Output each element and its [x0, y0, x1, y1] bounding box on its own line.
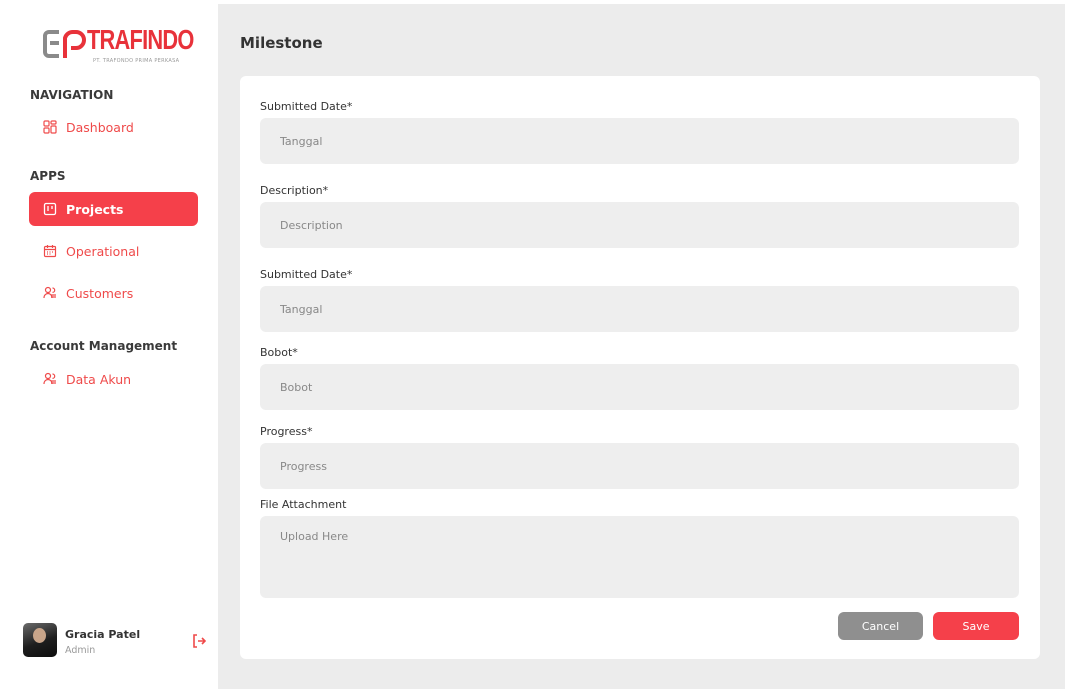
file-attachment-label: File Attachment [260, 498, 347, 511]
sidebar-item-data-akun[interactable]: Data Akun [29, 362, 198, 396]
sidebar-item-operational[interactable]: Operational [29, 234, 198, 268]
sidebar-item-label: Operational [66, 243, 140, 259]
submitted-date-input[interactable] [260, 118, 1019, 164]
brand-subtitle: PT. TRAFONDO PRIMA PERKASA [93, 58, 180, 64]
calendar-icon [43, 244, 57, 258]
user-profile: Gracia Patel Admin [23, 620, 208, 660]
brand-logo[interactable]: TRAFINDO PT. TRAFONDO PRIMA PERKASA [43, 22, 194, 70]
brand-name: TRAFINDO [87, 24, 194, 55]
sidebar-item-dashboard[interactable]: Dashboard [29, 110, 198, 144]
main-content: Milestone Submitted Date* Description* S… [218, 4, 1065, 689]
sidebar-item-label: Customers [66, 285, 134, 301]
sidebar-item-label: Dashboard [66, 119, 134, 135]
file-upload-area[interactable] [260, 516, 1019, 598]
sidebar-item-projects[interactable]: Projects [29, 192, 198, 226]
sidebar-item-label: Projects [66, 201, 124, 217]
milestone-form: Submitted Date* Description* Submitted D… [240, 76, 1040, 659]
sidebar-item-label: Data Akun [66, 371, 132, 387]
users-icon [43, 372, 57, 386]
bobot-input[interactable] [260, 364, 1019, 410]
logout-icon[interactable] [191, 633, 207, 649]
user-name: Gracia Patel [65, 628, 141, 641]
sidebar-item-customers[interactable]: Customers [29, 276, 198, 310]
submitted-date-label: Submitted Date* [260, 100, 353, 113]
section-apps: APPS [30, 169, 66, 183]
progress-label: Progress* [260, 425, 313, 438]
users-icon [43, 286, 57, 300]
section-navigation: NAVIGATION [30, 88, 114, 102]
progress-input[interactable] [260, 443, 1019, 489]
projects-icon [43, 202, 57, 216]
submitted-date-label-2: Submitted Date* [260, 268, 353, 281]
dashboard-icon [43, 120, 57, 134]
description-label: Description* [260, 184, 329, 197]
avatar[interactable] [23, 623, 57, 657]
save-button[interactable]: Save [933, 612, 1019, 640]
page-title: Milestone [240, 34, 323, 52]
user-role: Admin [65, 645, 96, 656]
description-input[interactable] [260, 202, 1019, 248]
cancel-button[interactable]: Cancel [838, 612, 923, 640]
bobot-label: Bobot* [260, 346, 298, 359]
sidebar: TRAFINDO PT. TRAFONDO PRIMA PERKASA NAVI… [7, 4, 218, 689]
section-account-management: Account Management [30, 339, 178, 353]
brand-mark-icon [43, 30, 86, 58]
submitted-date-input-2[interactable] [260, 286, 1019, 332]
